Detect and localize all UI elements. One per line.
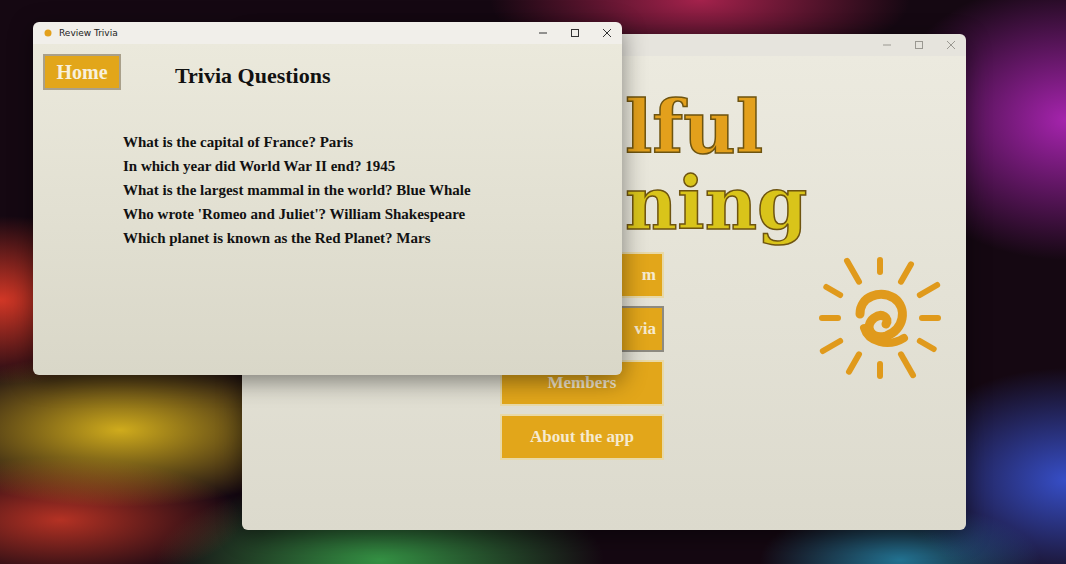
menu-button[interactable]: About the app [500,414,664,460]
window-controls [538,28,612,38]
close-icon[interactable] [602,28,612,38]
window-controls [882,40,956,50]
question-item: Which planet is known as the Red Planet?… [123,226,612,250]
question-item: What is the capital of France? Paris [123,130,612,154]
trivia-title-group: Review Trivia [43,28,118,38]
app-sun-icon [43,28,53,38]
maximize-icon[interactable] [570,28,580,38]
question-item: Who wrote 'Romeo and Juliet'? William Sh… [123,202,612,226]
minimize-icon[interactable] [882,40,892,50]
trivia-heading: Trivia Questions [175,63,330,89]
question-list: What is the capital of France? ParisIn w… [43,90,612,250]
app-title-line: lful [625,90,966,166]
header-row: Home Trivia Questions [43,54,612,90]
minimize-icon[interactable] [538,28,548,38]
trivia-window: Review TriviaHomeTrivia QuestionsWhat is… [33,22,622,375]
home-button[interactable]: Home [43,54,121,90]
question-item: What is the largest mammal in the world?… [123,178,612,202]
window-title: Review Trivia [59,28,118,38]
close-icon[interactable] [946,40,956,50]
maximize-icon[interactable] [914,40,924,50]
desktop: lfulningmviaMembersAbout the appReview T… [0,0,1066,564]
app-title-line: ning [625,166,966,242]
sun-logo-icon [808,256,953,381]
question-item: In which year did World War II end? 1945 [123,154,612,178]
trivia-titlebar: Review Trivia [33,22,622,44]
trivia-body: HomeTrivia QuestionsWhat is the capital … [33,44,622,375]
